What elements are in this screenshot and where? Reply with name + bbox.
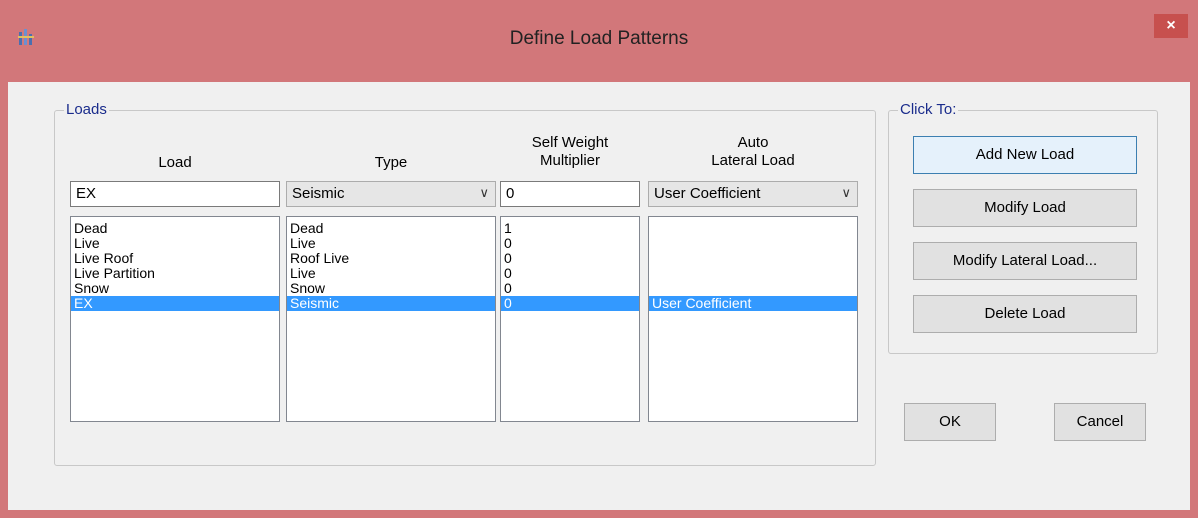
column-header-self-weight: Self Weight Multiplier [531, 134, 609, 169]
list-item[interactable]: 0 [501, 236, 639, 251]
list-item[interactable]: Live Partition [71, 266, 279, 281]
list-item[interactable]: 0 [501, 251, 639, 266]
window-title: Define Load Patterns [509, 28, 689, 49]
list-item[interactable]: Snow [71, 281, 279, 296]
list-item[interactable] [649, 221, 857, 236]
load-list[interactable]: Dead Live Live Roof Live Partition Snow … [70, 216, 280, 422]
list-item[interactable]: 1 [501, 221, 639, 236]
close-button[interactable]: × [1154, 14, 1188, 38]
column-header-auto-lateral: Auto Lateral Load [711, 134, 795, 169]
list-item[interactable]: Dead [71, 221, 279, 236]
delete-load-button[interactable]: Delete Load [913, 295, 1137, 333]
list-item[interactable]: Live Roof [71, 251, 279, 266]
load-name-input[interactable]: EX [70, 181, 280, 207]
auto-lateral-select-value: User Coefficient [654, 185, 761, 202]
ok-button[interactable]: OK [904, 403, 996, 441]
type-select[interactable]: Seismic ∨ [286, 181, 496, 207]
cancel-button[interactable]: Cancel [1054, 403, 1146, 441]
chevron-down-icon: ∨ [841, 185, 851, 200]
list-item[interactable] [649, 236, 857, 251]
list-item[interactable]: Snow [287, 281, 495, 296]
title-bar[interactable]: Define Load Patterns × [0, 0, 1198, 82]
modify-lateral-load-button[interactable]: Modify Lateral Load... [913, 242, 1137, 280]
list-item[interactable]: 0 [501, 266, 639, 281]
auto-lateral-list[interactable]: User Coefficient [648, 216, 858, 422]
type-list[interactable]: Dead Live Roof Live Live Snow Seismic [286, 216, 496, 422]
list-item[interactable] [649, 251, 857, 266]
close-icon: × [1166, 17, 1176, 34]
self-weight-list[interactable]: 1 0 0 0 0 0 [500, 216, 640, 422]
list-item[interactable] [649, 281, 857, 296]
list-item-selected[interactable]: 0 [501, 296, 639, 311]
auto-lateral-select[interactable]: User Coefficient ∨ [648, 181, 858, 207]
list-item[interactable]: Roof Live [287, 251, 495, 266]
list-item[interactable]: Live [71, 236, 279, 251]
modify-load-button[interactable]: Modify Load [913, 189, 1137, 227]
list-item[interactable] [649, 266, 857, 281]
list-item[interactable]: 0 [501, 281, 639, 296]
click-to-group-label: Click To: [898, 101, 959, 118]
column-header-load: Load [158, 154, 192, 171]
list-item[interactable]: Live [287, 236, 495, 251]
dialog-body: Loads Load Type Self Weight Multiplier A… [8, 82, 1190, 510]
list-item-selected[interactable]: User Coefficient [649, 296, 857, 311]
dialog-window: Define Load Patterns × Loads Load Type S… [0, 0, 1198, 518]
loads-group-label: Loads [64, 101, 109, 118]
type-select-value: Seismic [292, 185, 345, 202]
list-item-selected[interactable]: EX [71, 296, 279, 311]
column-header-type: Type [374, 154, 408, 171]
list-item[interactable]: Live [287, 266, 495, 281]
self-weight-input[interactable]: 0 [500, 181, 640, 207]
list-item[interactable]: Dead [287, 221, 495, 236]
chevron-down-icon: ∨ [479, 185, 489, 200]
add-new-load-button[interactable]: Add New Load [913, 136, 1137, 174]
list-item-selected[interactable]: Seismic [287, 296, 495, 311]
